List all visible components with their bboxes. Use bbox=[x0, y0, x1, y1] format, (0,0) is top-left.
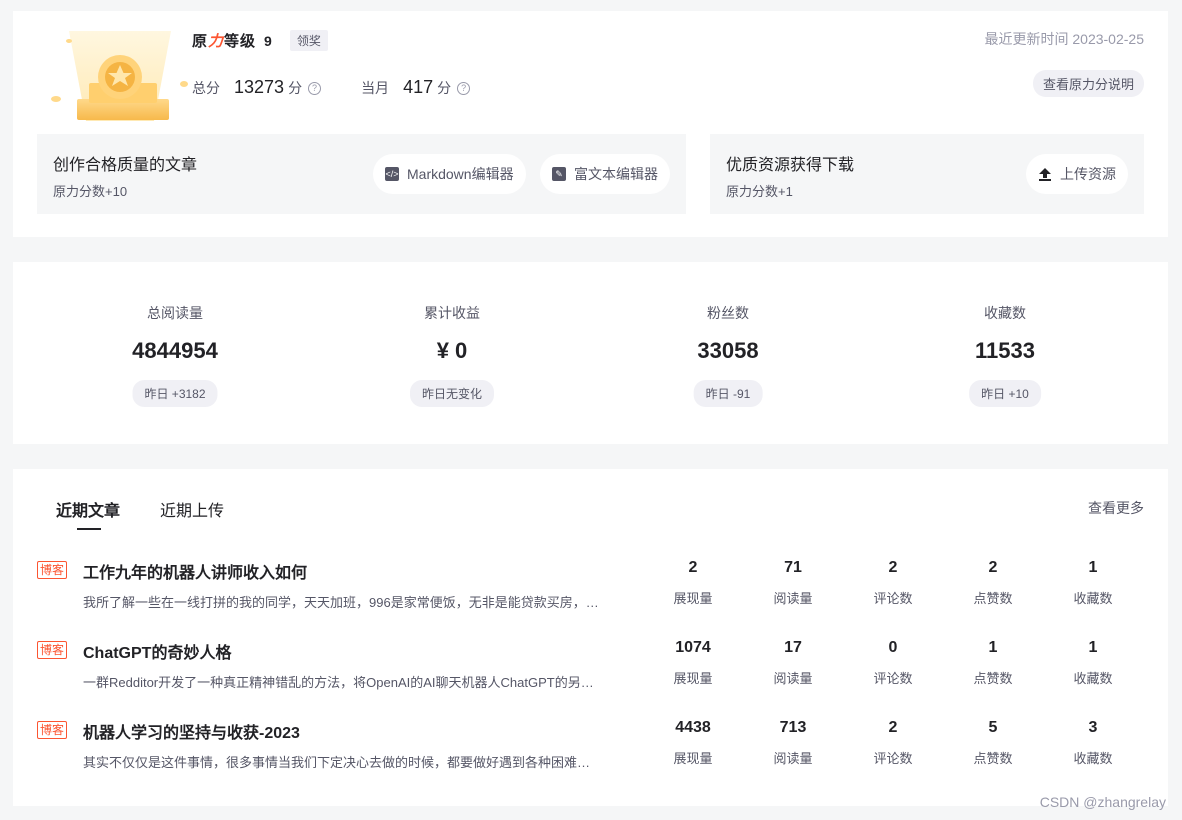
level-title: 原力等级 9 领奖 bbox=[192, 30, 328, 51]
month-score-value: 417 bbox=[403, 77, 434, 97]
edit-icon: ✎ bbox=[552, 167, 566, 181]
metric-comments: 0 评论数 bbox=[873, 639, 913, 686]
help-icon[interactable]: ? bbox=[308, 82, 322, 95]
stats-card: 总阅读量 4844954 昨日 +3182 累计收益 ¥ 0 昨日无变化 粉丝数… bbox=[13, 262, 1168, 444]
markdown-editor-button[interactable]: </> Markdown编辑器 bbox=[373, 154, 526, 194]
metric-impressions: 4438 展现量 bbox=[673, 719, 713, 766]
metric-favorites: 1 收藏数 bbox=[1073, 639, 1113, 686]
blog-tag: 博客 bbox=[37, 721, 68, 739]
metric-favorites: 3 收藏数 bbox=[1073, 719, 1113, 766]
stat-followers[interactable]: 粉丝数 33058 昨日 -91 bbox=[590, 262, 866, 444]
tab-recent-articles[interactable]: 近期文章 bbox=[56, 497, 120, 521]
view-more-link[interactable]: 查看更多 bbox=[1088, 498, 1144, 518]
article-row: 博客 ChatGPT的奇妙人格 一群Redditor开发了一种真正精神错乱的方法… bbox=[13, 633, 1168, 703]
recent-card: 近期文章 近期上传 查看更多 博客 工作九年的机器人讲师收入如何 我所了解一些在… bbox=[13, 469, 1168, 806]
stat-favorites[interactable]: 收藏数 11533 昨日 +10 bbox=[867, 262, 1143, 444]
article-row: 博客 工作九年的机器人讲师收入如何 我所了解一些在一线打拼的我的同学，天天加班，… bbox=[13, 553, 1168, 623]
metric-reads: 71 阅读量 bbox=[773, 559, 813, 606]
code-icon: </> bbox=[385, 167, 399, 181]
article-row: 博客 机器人学习的坚持与收获-2023 其实不仅仅是这件事情，很多事情当我们下定… bbox=[13, 713, 1168, 783]
claim-reward-button[interactable]: 领奖 bbox=[289, 30, 328, 51]
metric-comments: 2 评论数 bbox=[873, 719, 913, 766]
force-level-logo: 原力等级 bbox=[192, 33, 257, 50]
force-score-explain-button[interactable]: 查看原力分说明 bbox=[1032, 70, 1144, 97]
metric-reads: 713 阅读量 bbox=[773, 719, 813, 766]
stat-total-reads[interactable]: 总阅读量 4844954 昨日 +3182 bbox=[37, 262, 313, 444]
task-upload-resource: 优质资源获得下载 原力分数+1 上传资源 bbox=[710, 134, 1144, 214]
score-row: 总分 13273 分 ? 当月 417 分 ? bbox=[192, 77, 471, 98]
metric-impressions: 1074 展现量 bbox=[673, 639, 713, 686]
watermark: CSDN @zhangrelay bbox=[1039, 794, 1166, 810]
article-desc: 一群Redditor开发了一种真正精神错乱的方法，将OpenAI的AI聊天机器人… bbox=[83, 675, 603, 690]
level-card: 原力等级 9 领奖 总分 13273 分 ? 当月 417 分 ? 最近更新时间… bbox=[13, 11, 1168, 237]
article-title[interactable]: 工作九年的机器人讲师收入如何 bbox=[83, 559, 307, 583]
task-reward: 原力分数+10 bbox=[53, 184, 128, 199]
blog-tag: 博客 bbox=[37, 561, 68, 579]
task-create-article: 创作合格质量的文章 原力分数+10 </> Markdown编辑器 ✎ 富文本编… bbox=[37, 134, 686, 214]
blog-tag: 博客 bbox=[37, 641, 68, 659]
active-tab-indicator bbox=[77, 528, 101, 530]
help-icon[interactable]: ? bbox=[457, 82, 471, 95]
article-desc: 其实不仅仅是这件事情，很多事情当我们下定决心去做的时候，都要做好遇到各种困难的准… bbox=[83, 755, 603, 770]
task-title: 创作合格质量的文章 bbox=[53, 157, 198, 174]
medal-icon bbox=[51, 31, 188, 121]
rich-text-editor-button[interactable]: ✎ 富文本编辑器 bbox=[540, 154, 670, 194]
metric-impressions: 2 展现量 bbox=[673, 559, 713, 606]
task-title: 优质资源获得下载 bbox=[726, 157, 855, 174]
metric-reads: 17 阅读量 bbox=[773, 639, 813, 686]
total-score-value: 13273 bbox=[234, 77, 285, 97]
article-title[interactable]: ChatGPT的奇妙人格 bbox=[83, 639, 231, 663]
total-score-unit: 分 bbox=[288, 80, 303, 96]
task-reward: 原力分数+1 bbox=[726, 184, 793, 199]
level-number: 9 bbox=[264, 32, 272, 49]
upload-resource-button[interactable]: 上传资源 bbox=[1026, 154, 1128, 194]
update-time: 最近更新时间 2023-02-25 bbox=[984, 31, 1144, 47]
metric-favorites: 1 收藏数 bbox=[1073, 559, 1113, 606]
month-score-unit: 分 bbox=[437, 80, 452, 96]
article-title[interactable]: 机器人学习的坚持与收获-2023 bbox=[83, 719, 300, 743]
tab-recent-uploads[interactable]: 近期上传 bbox=[160, 497, 224, 521]
upload-icon bbox=[1039, 168, 1051, 181]
metric-likes: 5 点赞数 bbox=[973, 719, 1013, 766]
metric-likes: 2 点赞数 bbox=[973, 559, 1013, 606]
stat-earnings[interactable]: 累计收益 ¥ 0 昨日无变化 bbox=[314, 262, 590, 444]
metric-comments: 2 评论数 bbox=[873, 559, 913, 606]
article-desc: 我所了解一些在一线打拼的我的同学，天天加班，996是家常便饭，无非是能贷款买房，… bbox=[83, 595, 603, 610]
total-score-label: 总分 bbox=[192, 80, 220, 96]
month-score-label: 当月 bbox=[361, 80, 390, 96]
metric-likes: 1 点赞数 bbox=[973, 639, 1013, 686]
